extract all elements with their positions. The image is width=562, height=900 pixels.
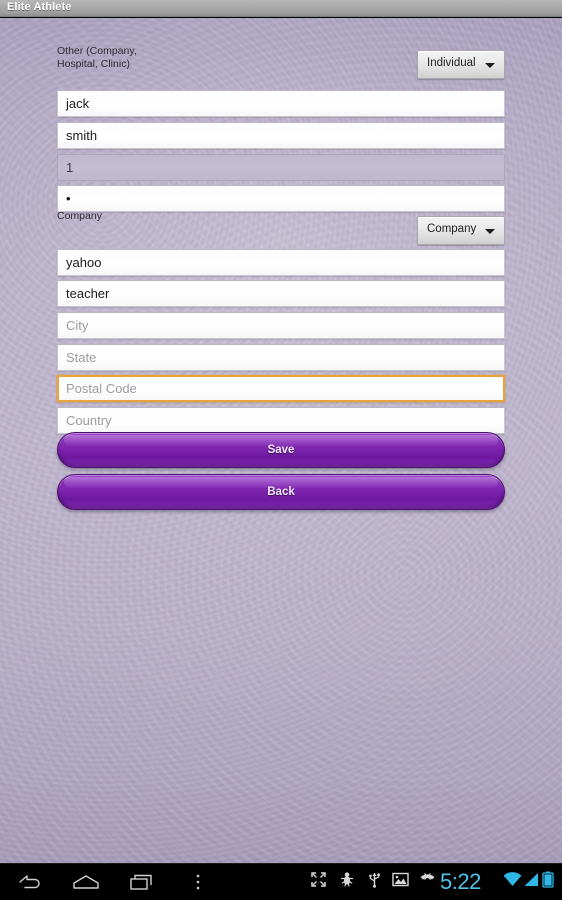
account-type-row: Other (Company, Hospital, Clinic) Indivi…	[0, 28, 562, 79]
occupation-value: teacher	[66, 286, 110, 301]
company-type-row: Company Company	[0, 197, 562, 245]
last-name-value: smith	[66, 128, 98, 143]
app-title-bar: Elite Athlete	[0, 0, 562, 17]
device-screen: Elite Athlete Other (Company, Hospital, …	[0, 0, 562, 900]
android-debug-icon	[340, 872, 354, 893]
country-field[interactable]: Country	[57, 407, 505, 434]
state-field[interactable]: State	[57, 344, 505, 371]
nav-menu-button[interactable]	[170, 864, 226, 900]
nav-recents-button[interactable]	[114, 864, 170, 900]
back-button[interactable]: Back	[57, 474, 505, 510]
id-number-field: 1	[57, 154, 505, 181]
account-type-label: Other (Company, Hospital, Clinic)	[57, 45, 137, 70]
back-button-label: Back	[267, 486, 295, 498]
country-placeholder: Country	[66, 413, 112, 428]
postal-code-placeholder: Postal Code	[66, 381, 137, 396]
account-type-spinner[interactable]: Individual	[417, 50, 505, 79]
occupation-field[interactable]: teacher	[57, 280, 505, 307]
company-type-spinner[interactable]: Company	[417, 216, 505, 245]
app-title: Elite Athlete	[7, 1, 72, 13]
screenshot-image-icon	[392, 872, 409, 892]
usb-icon	[368, 871, 381, 893]
status-clock: 5:22	[440, 869, 481, 894]
city-placeholder: City	[66, 318, 89, 333]
android-system-bar: 5:22	[0, 863, 562, 900]
email-field[interactable]: yahoo	[57, 249, 505, 276]
save-button[interactable]: Save	[57, 432, 505, 468]
first-name-value: jack	[66, 96, 90, 111]
state-placeholder: State	[66, 350, 97, 365]
company-type-spinner-value: Company	[427, 223, 477, 235]
battery-icon	[542, 871, 554, 893]
wifi-icon	[503, 872, 522, 892]
save-button-label: Save	[267, 444, 295, 456]
company-label: Company	[57, 210, 102, 222]
account-type-spinner-value: Individual	[427, 57, 476, 69]
missed-call-icon	[419, 873, 436, 892]
chevron-down-icon	[485, 229, 495, 234]
postal-code-field[interactable]: Postal Code	[57, 375, 505, 402]
last-name-field[interactable]: smith	[57, 122, 505, 149]
app-content-area: Other (Company, Hospital, Clinic) Indivi…	[0, 18, 562, 863]
nav-home-button[interactable]	[58, 864, 114, 900]
email-value: yahoo	[66, 255, 102, 270]
id-number-value: 1	[66, 160, 74, 175]
first-name-field[interactable]: jack	[57, 90, 505, 117]
cellular-signal-icon	[524, 872, 539, 892]
fullscreen-icon	[311, 872, 326, 892]
city-field[interactable]: City	[57, 312, 505, 339]
chevron-down-icon	[485, 63, 495, 68]
nav-back-button[interactable]	[2, 864, 58, 900]
